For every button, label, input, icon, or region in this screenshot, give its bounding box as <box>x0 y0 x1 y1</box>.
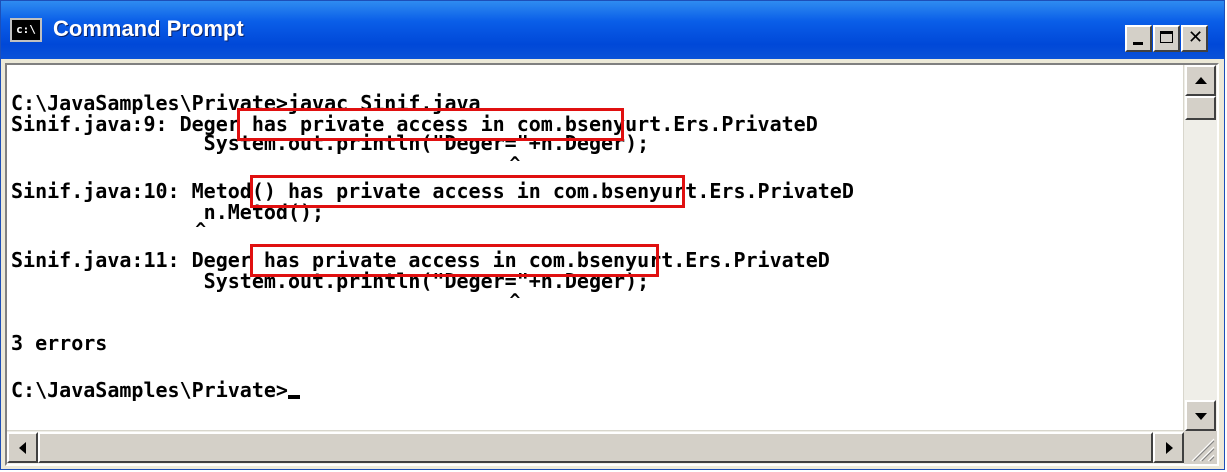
scroll-up-arrow-icon <box>1195 77 1207 84</box>
scroll-left-arrow-icon <box>19 442 26 454</box>
minimize-button[interactable] <box>1125 25 1152 52</box>
vertical-scrollbar[interactable] <box>1183 65 1217 431</box>
error-highlight-box <box>237 108 624 141</box>
horizontal-scroll-thumb[interactable] <box>38 432 1153 463</box>
scroll-up-button[interactable] <box>1185 65 1216 96</box>
error-caret: ^ <box>11 290 521 311</box>
window-title: Command Prompt <box>53 16 244 41</box>
scroll-down-arrow-icon <box>1195 413 1207 420</box>
resize-grip-lines <box>1191 438 1215 462</box>
command-prompt-window: c:\ Command Prompt ✕ C:\JavaSamples\Priv… <box>0 0 1225 470</box>
horizontal-scrollbar[interactable] <box>7 430 1184 464</box>
console-icon[interactable]: c:\ <box>10 18 42 42</box>
error-highlight-box <box>250 175 685 208</box>
console-area[interactable]: C:\JavaSamples\Private>javac Sinif.java … <box>5 63 1219 466</box>
error-highlight-box <box>250 244 659 277</box>
prompt-text: C:\JavaSamples\Private> <box>11 378 288 402</box>
maximize-button[interactable] <box>1153 25 1180 52</box>
minimize-icon <box>1133 42 1143 45</box>
title-bar[interactable]: c:\ Command Prompt ✕ <box>1 1 1224 59</box>
maximize-icon <box>1160 31 1173 43</box>
console-output: C:\JavaSamples\Private>javac Sinif.java … <box>11 91 1181 431</box>
close-icon: ✕ <box>1187 27 1204 48</box>
text-cursor <box>287 395 300 399</box>
error-caret: ^ <box>11 219 207 240</box>
vertical-scroll-thumb[interactable] <box>1185 96 1216 120</box>
scroll-right-button[interactable] <box>1153 432 1184 463</box>
scroll-down-button[interactable] <box>1185 400 1216 431</box>
resize-grip-icon[interactable] <box>1184 431 1217 464</box>
prompt-line: C:\JavaSamples\Private> <box>11 378 300 402</box>
scroll-right-arrow-icon <box>1166 442 1173 454</box>
close-button[interactable]: ✕ <box>1181 25 1208 52</box>
console-line: 3 errors <box>11 331 108 355</box>
scroll-left-button[interactable] <box>7 432 38 463</box>
